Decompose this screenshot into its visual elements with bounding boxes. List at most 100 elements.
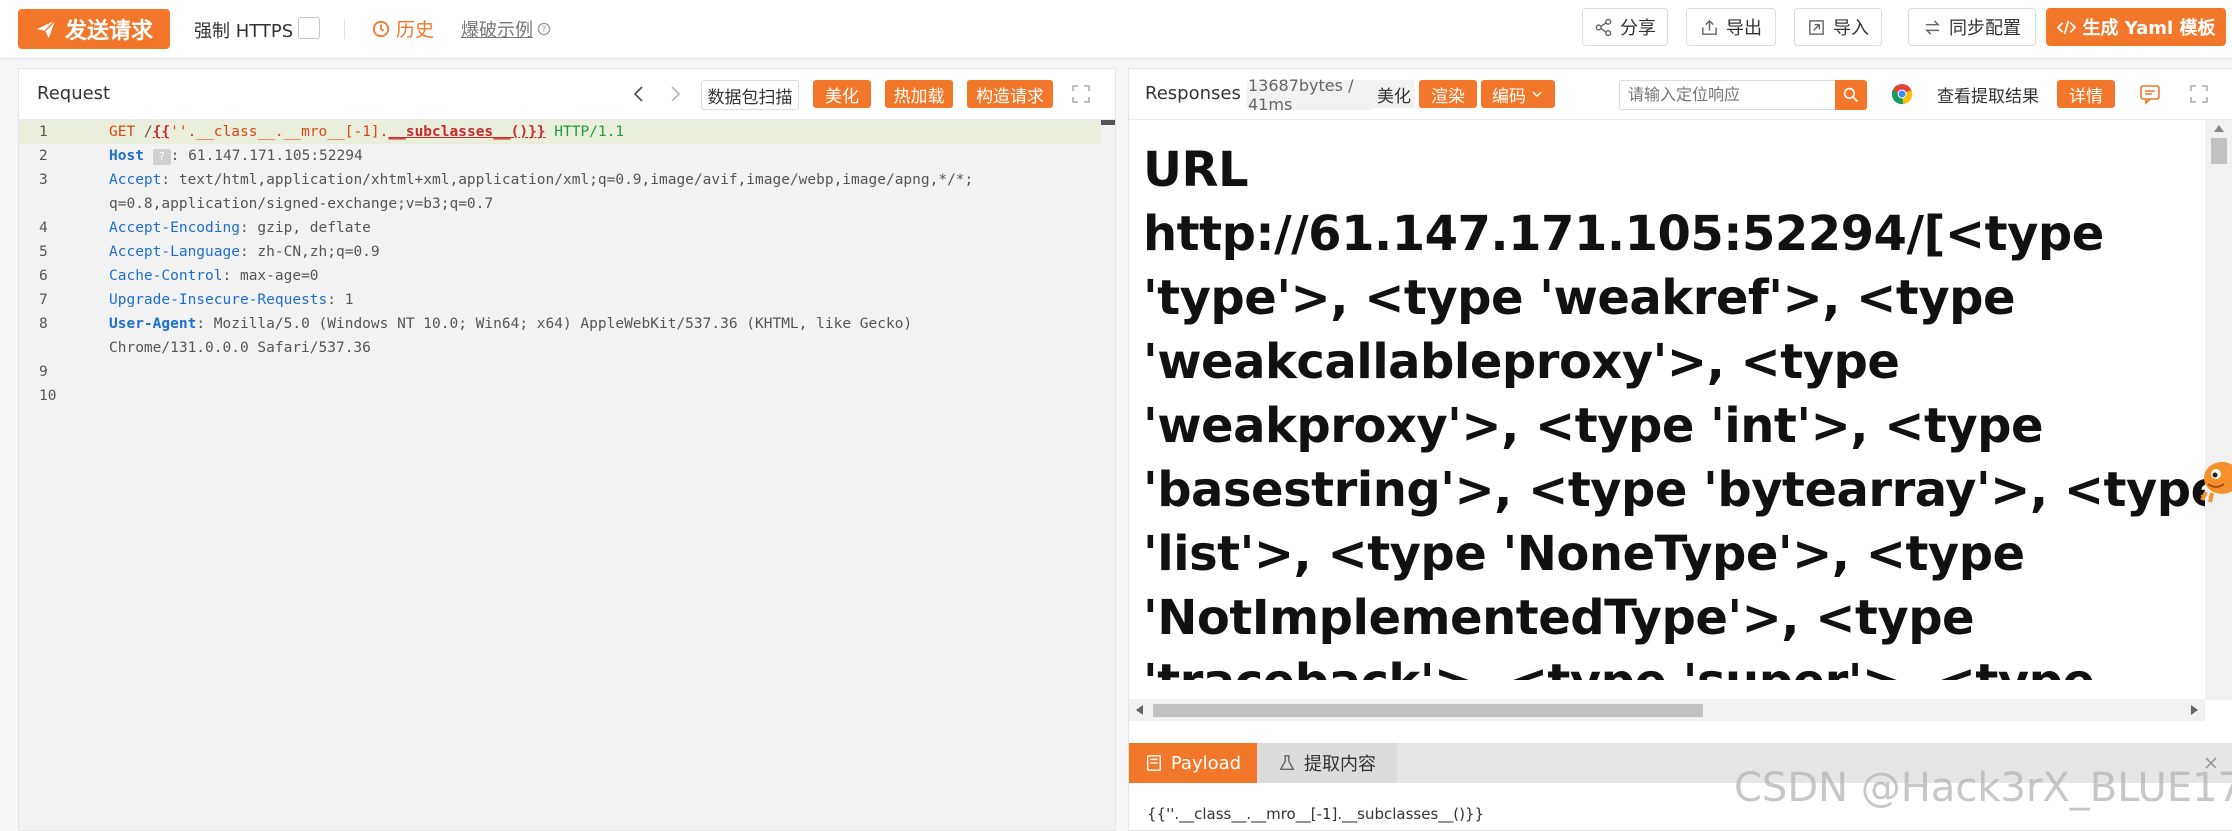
tab-extract[interactable]: 提取内容 xyxy=(1257,743,1397,783)
template-expr-token: ''.__class__.__mro__[-1]. xyxy=(170,124,389,140)
import-icon xyxy=(1809,19,1824,35)
editor-line: 7 Upgrade-Insecure-Requests: 1 xyxy=(19,288,1115,312)
watermark: CSDN @Hack3rX_BLUE17 xyxy=(1734,765,2232,811)
fullscreen-icon[interactable] xyxy=(1071,84,1091,104)
sync-config-button[interactable]: 同步配置 xyxy=(1908,8,2036,46)
view-extract-button[interactable]: 查看提取结果 xyxy=(1929,80,2047,108)
scroll-left-arrow-icon[interactable] xyxy=(1135,705,1143,715)
response-panel: Responses 13687bytes / 41ms 美化 渲染 编码 查看提… xyxy=(1128,68,2232,831)
http-version-token: HTTP/1.1 xyxy=(545,124,625,140)
vertical-scrollbar-thumb[interactable] xyxy=(2211,138,2227,164)
accept-line-code: Accept: text/html,application/xhtml+xml,… xyxy=(109,168,973,192)
header-name: Host xyxy=(109,148,144,164)
scroll-up-arrow-icon[interactable] xyxy=(2214,124,2224,132)
share-button[interactable]: 分享 xyxy=(1582,8,1668,46)
accept-encoding-line-code: Accept-Encoding: gzip, deflate xyxy=(109,216,371,240)
encode-dropdown[interactable]: 编码 xyxy=(1481,80,1555,108)
export-label: 导出 xyxy=(1726,18,1762,39)
editor-line: 9 xyxy=(19,360,1115,384)
response-search-button[interactable] xyxy=(1835,80,1867,110)
header-value: : 61.147.171.105:52294 xyxy=(170,148,363,164)
response-search-field[interactable] xyxy=(1619,80,1837,110)
line-number: 7 xyxy=(39,292,48,308)
horizontal-scrollbar-thumb[interactable] xyxy=(1153,704,1703,717)
request-title: Request xyxy=(37,83,111,104)
editor-line-wrap: q=0.8,application/signed-exchange;v=b3;q… xyxy=(19,192,1115,216)
comment-icon[interactable] xyxy=(2139,83,2161,105)
cache-control-line-code: Cache-Control: max-age=0 xyxy=(109,264,319,288)
line-number: 9 xyxy=(39,364,48,380)
construct-request-label: 构造请求 xyxy=(976,86,1044,107)
line-number: 6 xyxy=(39,268,48,284)
request-beautify-button[interactable]: 美化 xyxy=(813,80,871,108)
packet-scan-button[interactable]: 数据包扫描 xyxy=(701,80,799,110)
tab-extract-label: 提取内容 xyxy=(1304,754,1376,775)
response-title: Responses xyxy=(1145,83,1241,104)
user-agent-continuation: Chrome/131.0.0.0 Safari/537.36 xyxy=(109,340,371,356)
fullscreen-icon[interactable] xyxy=(2189,84,2209,104)
header-name: User-Agent xyxy=(109,316,197,332)
response-beautify-label: 美化 xyxy=(1377,86,1411,107)
header-value: : Mozilla/5.0 (Windows NT 10.0; Win64; x… xyxy=(196,316,913,332)
document-icon xyxy=(1146,755,1161,771)
header-value: : zh-CN,zh;q=0.9 xyxy=(239,244,380,260)
response-body-text: URL http://61.147.171.105:52294/[<type '… xyxy=(1143,142,2205,680)
scroll-right-arrow-icon[interactable] xyxy=(2191,705,2199,715)
host-help-badge[interactable]: ? xyxy=(152,149,171,165)
detail-button[interactable]: 详情 xyxy=(2057,80,2115,108)
payload-value: {{''.__class__.__mro__[-1].__subclasses_… xyxy=(1147,805,1485,823)
chevron-right-icon[interactable] xyxy=(665,84,685,104)
send-request-button[interactable]: 发送请求 xyxy=(18,9,170,49)
force-https-checkbox[interactable] xyxy=(298,17,320,39)
editor-line-wrap: Chrome/131.0.0.0 Safari/537.36 xyxy=(19,336,1115,360)
code-icon xyxy=(2056,20,2076,34)
request-editor[interactable]: 1 GET /{{''.__class__.__mro__[-1].__subc… xyxy=(19,120,1115,830)
header-value: : max-age=0 xyxy=(222,268,319,284)
chrome-icon[interactable] xyxy=(1891,83,1913,105)
header-value: : gzip, deflate xyxy=(239,220,371,236)
render-button[interactable]: 渲染 xyxy=(1419,80,1477,108)
response-render-view[interactable]: URL http://61.147.171.105:52294/[<type '… xyxy=(1129,120,2205,680)
response-size-time: 13687bytes / 41ms xyxy=(1248,76,1354,114)
editor-line: 8 User-Agent: Mozilla/5.0 (Windows NT 10… xyxy=(19,312,1115,336)
header-name: Cache-Control xyxy=(109,268,223,284)
editor-line: 1 GET /{{''.__class__.__mro__[-1].__subc… xyxy=(19,120,1115,144)
request-line-code: GET /{{''.__class__.__mro__[-1].__subcla… xyxy=(109,120,624,144)
generate-yaml-button[interactable]: 生成 Yaml 模板 xyxy=(2046,8,2226,46)
import-button[interactable]: 导入 xyxy=(1794,8,1882,46)
mascot-icon xyxy=(2200,462,2232,503)
header-name: Accept-Encoding xyxy=(109,220,240,236)
response-search-input[interactable] xyxy=(1620,81,1832,107)
path-token: / xyxy=(135,124,153,140)
send-request-label: 发送请求 xyxy=(64,19,153,44)
header-value: : text/html,application/xhtml+xml,applic… xyxy=(161,172,974,188)
construct-request-button[interactable]: 构造请求 xyxy=(967,80,1053,108)
header-name: Accept-Language xyxy=(109,244,240,260)
header-name: Upgrade-Insecure-Requests xyxy=(109,292,328,308)
response-horizontal-scrollbar[interactable] xyxy=(1129,699,2205,721)
line-number: 8 xyxy=(39,316,48,332)
export-button[interactable]: 导出 xyxy=(1686,8,1776,46)
chevron-left-icon[interactable] xyxy=(629,84,649,104)
line-number: 3 xyxy=(39,172,48,188)
request-beautify-label: 美化 xyxy=(825,86,859,107)
response-vertical-scrollbar[interactable] xyxy=(2205,120,2232,700)
response-header: Responses 13687bytes / 41ms 美化 渲染 编码 查看提… xyxy=(1129,69,2232,120)
view-extract-label: 查看提取结果 xyxy=(1937,86,2039,107)
editor-line: 5 Accept-Language: zh-CN,zh;q=0.9 xyxy=(19,240,1115,264)
sync-icon xyxy=(1925,19,1940,35)
encode-label: 编码 xyxy=(1492,86,1526,107)
editor-scrollbar[interactable] xyxy=(1101,120,1115,830)
editor-scrollbar-thumb[interactable] xyxy=(1101,120,1115,125)
tab-payload[interactable]: Payload xyxy=(1129,743,1257,783)
accept-line-continuation: q=0.8,application/signed-exchange;v=b3;q… xyxy=(109,196,494,212)
line-number: 2 xyxy=(39,148,48,164)
search-icon xyxy=(1843,87,1858,102)
chevron-down-icon xyxy=(1532,91,1542,98)
response-beautify-button[interactable]: 美化 xyxy=(1373,80,1415,108)
history-button[interactable]: 历史 xyxy=(372,15,434,42)
fuzz-example-link[interactable]: 爆破示例 ? xyxy=(461,16,551,42)
line-number: 4 xyxy=(39,220,48,236)
hotload-button[interactable]: 热加载 xyxy=(885,80,953,108)
request-header: Request 数据包扫描 美化 热加载 构造请求 xyxy=(19,69,1115,120)
